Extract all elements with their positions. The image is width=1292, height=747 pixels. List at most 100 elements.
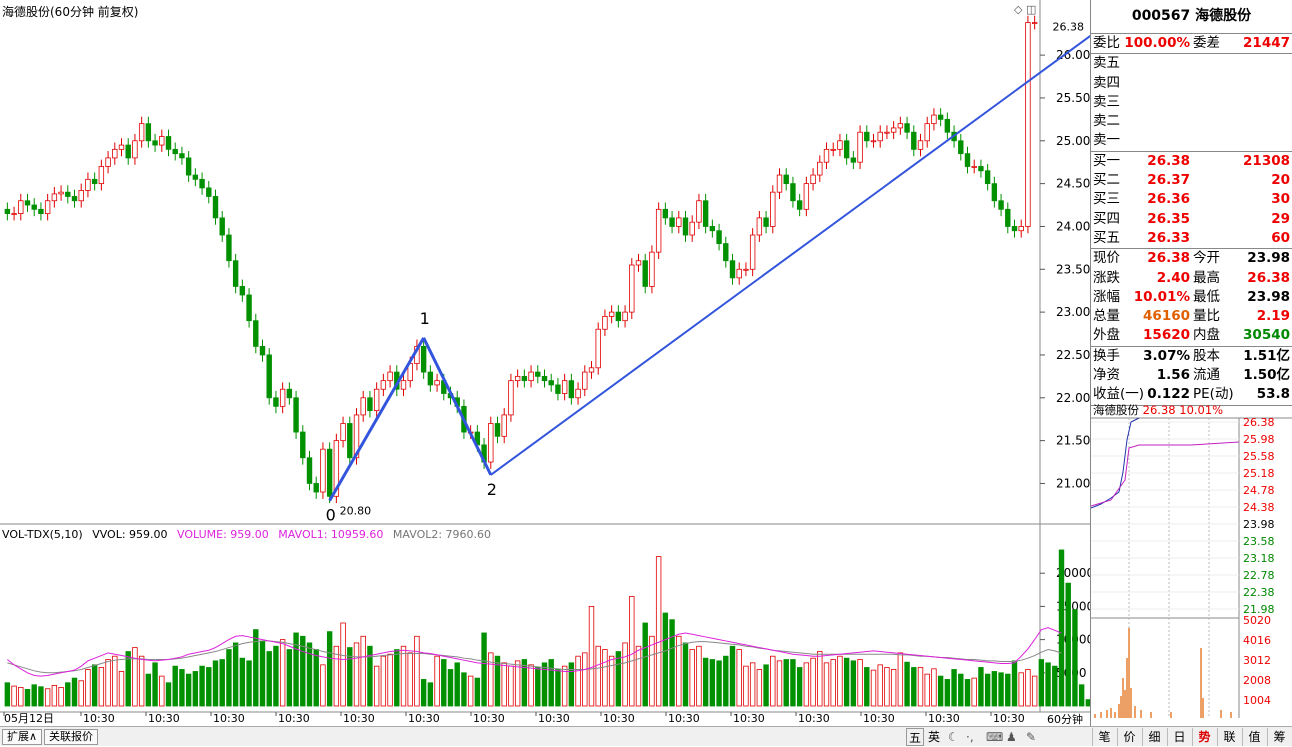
ime-tool-icon[interactable]: ✎ — [1026, 728, 1036, 746]
candle-body — [561, 380, 568, 394]
candle-body — [367, 397, 373, 412]
candle-body — [132, 140, 138, 159]
buy-row: 买二 26.37 20 — [1091, 171, 1292, 190]
window-control-icons[interactable]: ◇ ◫ — [1014, 3, 1036, 16]
ime-keyboard-icon[interactable]: ⌨ — [986, 728, 1003, 746]
candle-body — [253, 320, 259, 347]
ime-moon-icon[interactable]: ☾ — [948, 728, 959, 746]
y-tick-label: 24.00 — [1056, 219, 1090, 233]
ime-dot-icon[interactable]: ·, — [966, 728, 974, 746]
candle-body — [1018, 226, 1024, 232]
tab-1[interactable]: 价 — [1117, 728, 1141, 746]
buy-label: 买五 — [1093, 229, 1120, 246]
expand-tab[interactable]: 扩展∧ — [2, 729, 43, 745]
candle-body — [877, 131, 883, 142]
intraday-mini-chart[interactable]: 26.38 25.98 25.58 25.18 24.78 24.38 23.98 23.58… — [1091, 400, 1292, 726]
volume-bar — [1018, 672, 1024, 707]
volume-bar — [105, 659, 111, 707]
y-tick-label: 25.00 — [1056, 134, 1090, 148]
candle-body — [716, 230, 722, 244]
volume-bar — [696, 645, 702, 707]
volume-bar — [877, 664, 883, 707]
volume-bar — [736, 649, 742, 707]
bottom-toolbar: 扩展∧ 关联报价 60分钟 五 英 ☾ ·, ⌨ ♟ ✎ 笔价细日势联值筹 — [0, 713, 1292, 746]
volume-bar — [179, 669, 185, 707]
volume-bar — [353, 642, 360, 707]
mini-vol-tick: 5020 — [1243, 614, 1271, 627]
tab-4[interactable]: 势 — [1192, 728, 1216, 746]
candle-body — [669, 217, 675, 227]
candle-body — [723, 243, 729, 262]
candle-body — [373, 388, 380, 412]
ime-english[interactable]: 英 — [928, 728, 940, 746]
volume-bar — [608, 655, 615, 707]
volume-bar — [837, 655, 843, 707]
mini-vol-tick: 2008 — [1243, 674, 1271, 687]
candle-body — [696, 200, 702, 223]
candle-body — [118, 144, 125, 150]
ime-user-icon[interactable]: ♟ — [1006, 728, 1017, 746]
sell-row: 卖二 — [1091, 112, 1292, 131]
candle-body — [246, 294, 252, 322]
volume-bar — [514, 660, 521, 707]
candle-body — [521, 375, 528, 382]
x-tick-label: 10:30 — [473, 712, 505, 725]
quote-row: 涨跌 2.40 最高 26.38 — [1091, 269, 1292, 288]
candle-body — [984, 170, 991, 185]
tab-7[interactable]: 筹 — [1267, 728, 1291, 746]
quote-stats: 现价 26.38 今开 23.98 涨跌 2.40 最高 26.38 涨幅 10.01% 最低 23.… — [1091, 249, 1292, 347]
x-tick-label: 10:30 — [538, 712, 570, 725]
intraday-mini-svg[interactable]: 26.38 25.98 25.58 25.18 24.78 24.38 23.98 23.58… — [1091, 400, 1292, 726]
quote-value: 10.01% — [1133, 288, 1190, 305]
tab-5[interactable]: 联 — [1217, 728, 1241, 746]
quote-label: 涨跌 — [1093, 269, 1120, 286]
wave-label-1: 1 — [420, 309, 430, 328]
tab-6[interactable]: 值 — [1242, 728, 1266, 746]
period-label[interactable]: 60分钟 — [1043, 713, 1087, 729]
volume-bar — [320, 664, 326, 707]
candle-body — [179, 153, 185, 159]
volume-bar — [4, 682, 11, 707]
related-quotes-tab[interactable]: 关联报价 — [44, 729, 98, 745]
tab-3[interactable]: 日 — [1167, 728, 1191, 746]
volume-bar — [138, 655, 145, 707]
candle-body — [514, 375, 521, 382]
volume-bar — [293, 632, 299, 707]
kline-chart[interactable]: 21.00 21.50 22.00 22.50 23.00 23.50 24.00 24.50… — [0, 0, 1090, 726]
volume-bar — [474, 677, 481, 707]
weibi-value: 100.00% — [1124, 35, 1190, 51]
quote-label: 总量 — [1093, 308, 1120, 325]
y-tick-label: 21.50 — [1056, 434, 1090, 448]
volume-bar — [555, 669, 561, 707]
volume-bar — [427, 682, 434, 707]
sell-row: 卖五 — [1091, 54, 1292, 73]
volume-bar — [98, 667, 105, 707]
candle-body — [199, 178, 205, 189]
volume-bar — [911, 667, 917, 707]
volume-bar — [145, 673, 152, 707]
fund-value-2: 1.50亿 — [1243, 367, 1290, 384]
candle-body — [326, 448, 333, 497]
ime-wubi[interactable]: 五 — [906, 728, 925, 746]
quote-label: 涨幅 — [1093, 288, 1120, 305]
volume-bar — [400, 645, 407, 707]
volume-bar — [239, 657, 246, 707]
price-annotation: 26.38 — [1053, 21, 1085, 34]
quote-label-2: 最低 — [1193, 288, 1220, 305]
volume-bar — [1005, 673, 1011, 707]
candle-body — [971, 166, 977, 168]
kline-chart-area[interactable]: 21.00 21.50 22.00 22.50 23.00 23.50 24.00 24.50… — [0, 0, 1090, 746]
tab-2[interactable]: 细 — [1142, 728, 1166, 746]
volume-bar — [185, 673, 192, 707]
buy-volume: 20 — [1271, 172, 1290, 189]
tab-0[interactable]: 笔 — [1092, 728, 1116, 746]
mini-price-tick: 25.98 — [1243, 433, 1275, 446]
candle-body — [837, 140, 843, 150]
candle-body — [682, 217, 689, 236]
fund-row: 净资 1.56 流通 1.50亿 — [1091, 366, 1292, 385]
candle-body — [629, 264, 635, 313]
volume-bar — [1078, 684, 1085, 707]
fund-row: 换手 3.07% 股本 1.51亿 — [1091, 347, 1292, 366]
volume-bar — [461, 672, 467, 707]
volume-bar — [669, 619, 675, 707]
